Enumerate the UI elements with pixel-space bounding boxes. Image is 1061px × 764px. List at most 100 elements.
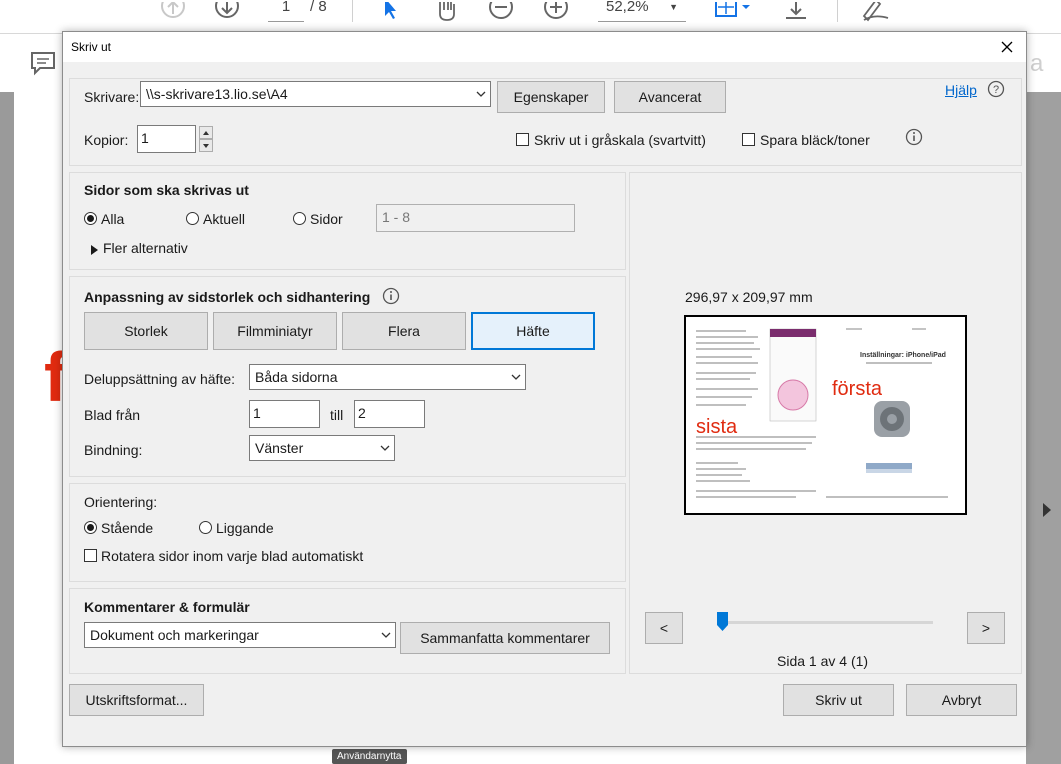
scroll-mode-icon[interactable] (782, 0, 810, 24)
chevron-down-icon (376, 436, 394, 460)
stepper-down-icon[interactable] (199, 139, 213, 152)
copies-stepper[interactable] (199, 126, 213, 153)
expand-right-icon[interactable] (1042, 502, 1052, 518)
comment-icon[interactable] (30, 50, 56, 79)
preview-label-sista: sista (696, 416, 738, 438)
copies-input[interactable]: 1 (137, 125, 196, 153)
faded-letter: a (1030, 50, 1044, 77)
preview-slider-thumb[interactable] (717, 612, 728, 631)
grayscale-label: Skriv ut i gråskala (svartvitt) (534, 132, 706, 148)
select-cursor-icon[interactable] (380, 0, 402, 24)
pages-range-label: Sidor (310, 211, 343, 227)
preview-size-text: 296,97 x 209,97 mm (685, 289, 813, 305)
auto-rotate-label: Rotatera sidor inom varje blad automatis… (101, 548, 364, 564)
preview-page-indicator: Sida 1 av 4 (1) (777, 653, 869, 669)
help-link[interactable]: Hjälp (945, 82, 977, 98)
sheets-from-input[interactable]: 1 (249, 400, 320, 428)
preview-label-forsta: första (832, 378, 883, 400)
preview-next-button[interactable]: > (967, 612, 1005, 644)
save-ink-checkbox[interactable] (742, 133, 755, 146)
comments-value: Dokument och markeringar (90, 627, 259, 643)
fit-page-icon[interactable] (712, 0, 752, 24)
hand-tool-icon[interactable] (432, 0, 462, 24)
close-icon (1001, 41, 1013, 53)
app-toolbar: 1 / 8 52,2% ▼ (0, 0, 1061, 34)
chevron-down-icon (377, 623, 395, 647)
close-button[interactable] (994, 36, 1020, 58)
print-button[interactable]: Skriv ut (783, 684, 894, 716)
landscape-label: Liggande (216, 520, 274, 536)
binding-value: Vänster (255, 440, 304, 456)
pages-range-input[interactable]: 1 - 8 (376, 204, 575, 232)
printer-label: Skrivare: (84, 89, 140, 105)
booklet-subset-select[interactable]: Båda sidorna (249, 364, 526, 390)
binding-label: Bindning: (84, 442, 143, 458)
sizing-heading: Anpassning av sidstorlek och sidhanterin… (84, 289, 371, 305)
multiple-button[interactable]: Flera (342, 312, 466, 350)
printer-value: \\s-skrivare13.lio.se\A4 (146, 86, 288, 102)
comments-select[interactable]: Dokument och markeringar (84, 622, 396, 648)
zoom-in-icon[interactable] (543, 0, 569, 24)
copies-label: Kopior: (84, 132, 129, 148)
toolbar-divider (352, 0, 353, 22)
advanced-button[interactable]: Avancerat (614, 81, 726, 113)
more-options-label[interactable]: Fler alternativ (103, 240, 188, 256)
grayscale-checkbox[interactable] (516, 133, 529, 146)
expand-triangle-icon[interactable] (91, 242, 99, 258)
toolbar-divider (837, 0, 838, 22)
pages-range-radio[interactable] (293, 212, 306, 225)
zoom-level-field[interactable]: 52,2% ▼ (598, 0, 686, 22)
summarize-comments-button[interactable]: Sammanfatta kommentarer (400, 622, 610, 654)
save-ink-label: Spara bläck/toner (760, 132, 870, 148)
pages-current-label: Aktuell (203, 211, 246, 227)
arrow-down-icon[interactable] (214, 0, 240, 24)
preview-slider[interactable] (723, 621, 933, 624)
tooltip: Användarnytta (332, 749, 407, 764)
landscape-radio[interactable] (199, 521, 212, 534)
preview-prev-button[interactable]: < (645, 612, 683, 644)
print-dialog: Skriv ut Skrivare: \\s-skrivare13.lio.se… (62, 31, 1027, 747)
pages-all-radio[interactable] (84, 212, 97, 225)
chevron-down-icon (472, 82, 490, 106)
chevron-down-icon: ▼ (669, 2, 678, 12)
binding-select[interactable]: Vänster (249, 435, 395, 461)
zoom-out-icon[interactable] (488, 0, 514, 24)
stepper-up-icon[interactable] (199, 126, 213, 139)
pages-current-radio[interactable] (186, 212, 199, 225)
right-panel (1026, 92, 1061, 764)
pages-all-label: Alla (101, 211, 125, 227)
size-button[interactable]: Storlek (84, 312, 208, 350)
zoom-level-value: 52,2% (606, 0, 649, 15)
sheets-to-input[interactable]: 2 (354, 400, 425, 428)
chevron-down-icon (507, 365, 525, 389)
svg-text:?: ? (993, 84, 999, 96)
poster-button[interactable]: Filmminiatyr (213, 312, 337, 350)
dialog-title: Skriv ut (71, 40, 112, 54)
pages-heading: Sidor som ska skrivas ut (84, 182, 249, 198)
arrow-up-icon[interactable] (160, 0, 186, 24)
booklet-subset-label: Deluppsättning av häfte: (84, 371, 235, 387)
sheets-from-label: Blad från (84, 407, 141, 423)
document-background (0, 92, 14, 764)
info-icon[interactable] (905, 128, 923, 149)
auto-rotate-checkbox[interactable] (84, 549, 97, 562)
info-icon[interactable] (382, 287, 400, 308)
page-setup-button[interactable]: Utskriftsformat... (69, 684, 204, 716)
properties-button[interactable]: Egenskaper (497, 81, 605, 113)
printer-select[interactable]: \\s-skrivare13.lio.se\A4 (140, 81, 491, 107)
page-number-input[interactable]: 1 (268, 0, 304, 22)
orientation-heading: Orientering: (84, 494, 158, 510)
size-button-label: Storlek (124, 323, 168, 339)
sign-pen-icon[interactable] (860, 0, 892, 24)
page-total: / 8 (310, 0, 327, 15)
preview-page-image: Inställningar: iPhone/iPad första sista (689, 320, 962, 510)
dialog-titlebar: Skriv ut (63, 32, 1026, 62)
help-icon[interactable]: ? (987, 80, 1005, 101)
preview-heading: Inställningar: iPhone/iPad (860, 352, 946, 359)
booklet-button[interactable]: Häfte (471, 312, 595, 350)
document-page (14, 92, 62, 764)
cancel-button[interactable]: Avbryt (906, 684, 1017, 716)
portrait-radio[interactable] (84, 521, 97, 534)
comments-heading: Kommentarer & formulär (84, 599, 250, 615)
booklet-subset-value: Båda sidorna (255, 369, 338, 385)
